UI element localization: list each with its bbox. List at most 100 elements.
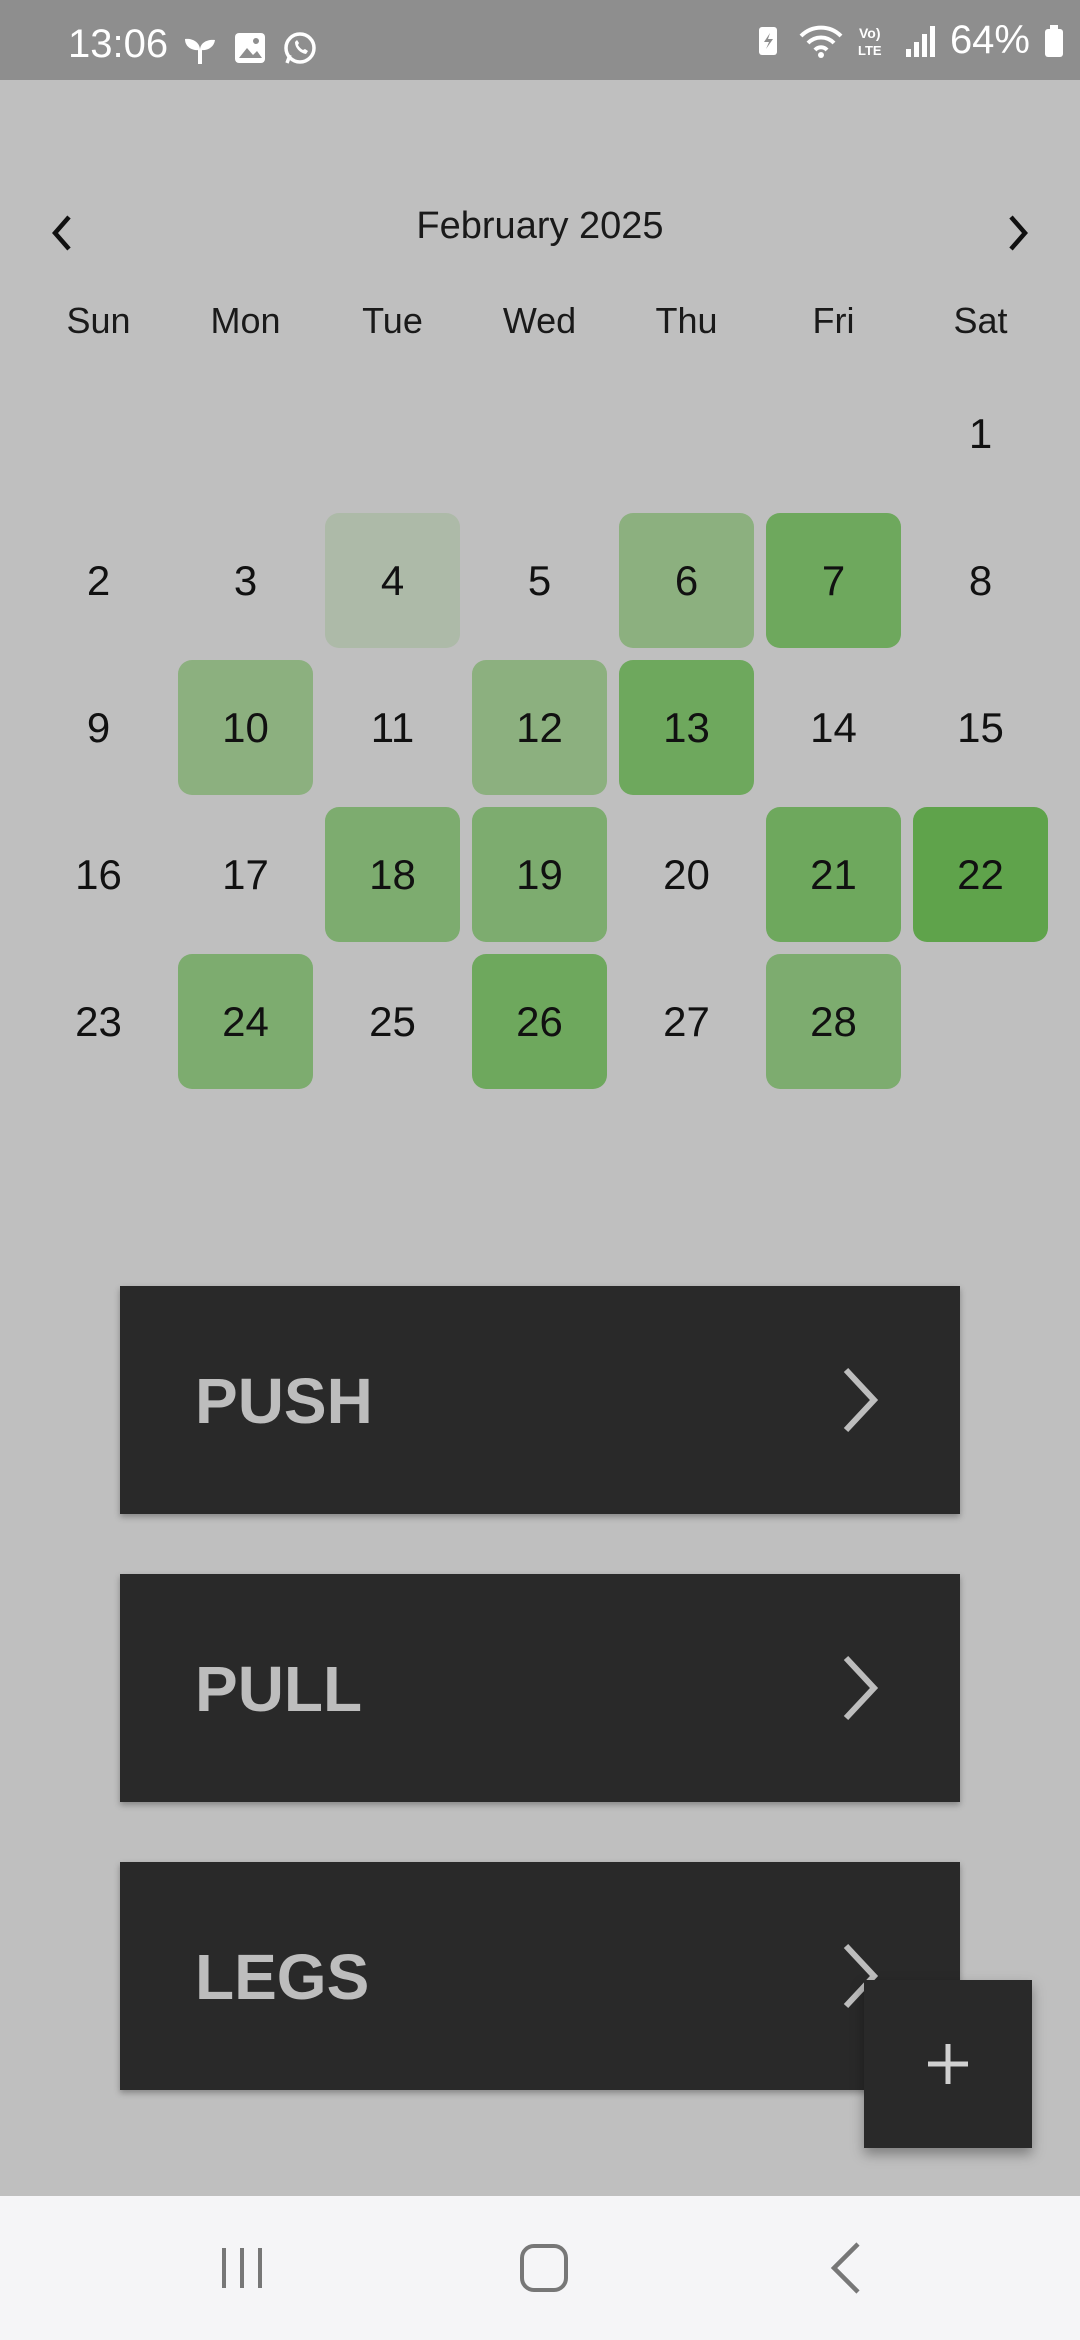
workout-pull-button[interactable]: PULL xyxy=(120,1574,960,1802)
calendar-day[interactable]: 24 xyxy=(172,948,319,1095)
battery-icon xyxy=(1045,24,1063,57)
day-number: 24 xyxy=(222,998,269,1045)
weekday-label: Tue xyxy=(362,300,423,341)
day-number: 4 xyxy=(380,557,405,604)
day-number: 17 xyxy=(222,851,269,898)
day-number: 19 xyxy=(516,851,563,898)
calendar-day[interactable]: 20 xyxy=(613,801,760,948)
calendar-day[interactable]: 26 xyxy=(466,948,613,1095)
day-number: 3 xyxy=(233,557,258,604)
day-number: 7 xyxy=(821,557,846,604)
calendar-day[interactable]: 10 xyxy=(172,654,319,801)
day-number: 11 xyxy=(370,704,415,751)
day-number: 12 xyxy=(516,704,563,751)
day-number: 6 xyxy=(674,557,699,604)
home-icon[interactable] xyxy=(514,2238,574,2298)
calendar-day[interactable]: 14 xyxy=(760,654,907,801)
workout-push-button[interactable]: PUSH xyxy=(120,1286,960,1514)
empty-day-cell xyxy=(172,360,319,507)
calendar-day[interactable]: 25 xyxy=(319,948,466,1095)
day-number: 25 xyxy=(369,998,416,1045)
day-number: 14 xyxy=(810,704,857,751)
back-icon[interactable] xyxy=(818,2238,878,2298)
calendar-day[interactable]: 18 xyxy=(319,801,466,948)
recent-apps-icon[interactable] xyxy=(212,2238,272,2298)
calendar-day[interactable]: 13 xyxy=(613,654,760,801)
day-number: 16 xyxy=(75,851,122,898)
empty-day-cell xyxy=(25,360,172,507)
day-number: 2 xyxy=(86,557,111,604)
next-month-button[interactable] xyxy=(988,203,1048,263)
calendar-day[interactable]: 11 xyxy=(319,654,466,801)
calendar-day[interactable]: 1 xyxy=(907,360,1054,507)
weekday-label: Sun xyxy=(66,300,131,341)
day-number: 13 xyxy=(663,704,710,751)
day-number: 5 xyxy=(527,557,552,604)
calendar-day[interactable]: 2 xyxy=(25,507,172,654)
empty-day-cell xyxy=(319,360,466,507)
weekday-label: Mon xyxy=(210,300,281,341)
calendar-header: February 2025 xyxy=(0,195,1080,265)
workout-legs-button[interactable]: LEGS xyxy=(120,1862,960,2090)
day-number: 26 xyxy=(516,998,563,1045)
day-number: 27 xyxy=(663,998,710,1045)
calendar-day[interactable]: 3 xyxy=(172,507,319,654)
calendar-day[interactable]: 21 xyxy=(760,801,907,948)
add-workout-button[interactable] xyxy=(864,1980,1032,2148)
battery-saver-icon xyxy=(758,26,777,55)
calendar-day[interactable]: 7 xyxy=(760,507,907,654)
day-number: 8 xyxy=(968,557,993,604)
sprout-icon xyxy=(185,38,215,64)
chevron-right-icon xyxy=(843,1655,879,1721)
image-icon xyxy=(235,33,265,63)
day-number: 28 xyxy=(810,998,857,1045)
weekday-label: Sat xyxy=(953,300,1008,341)
notification-icons xyxy=(182,30,318,66)
month-title: February 2025 xyxy=(416,205,664,247)
weekday-label: Thu xyxy=(655,300,718,341)
calendar-day[interactable]: 27 xyxy=(613,948,760,1095)
day-number: 18 xyxy=(369,851,416,898)
svg-text:Vo): Vo) xyxy=(859,25,881,41)
signal-icon xyxy=(905,25,935,57)
weekday-header-row: Sun Mon Tue Wed Thu Fri Sat xyxy=(25,300,1055,342)
system-navigation-bar xyxy=(0,2196,1080,2340)
day-number: 23 xyxy=(75,998,122,1045)
weekday-label: Wed xyxy=(502,300,577,341)
calendar-day[interactable]: 12 xyxy=(466,654,613,801)
calendar-day[interactable]: 23 xyxy=(25,948,172,1095)
calendar-day[interactable]: 8 xyxy=(907,507,1054,654)
calendar-day[interactable]: 17 xyxy=(172,801,319,948)
calendar-day[interactable]: 5 xyxy=(466,507,613,654)
workout-label: LEGS xyxy=(195,1941,370,2013)
calendar-day[interactable]: 9 xyxy=(25,654,172,801)
day-number: 10 xyxy=(222,704,269,751)
weekday-label: Fri xyxy=(812,300,855,341)
calendar-day[interactable]: 15 xyxy=(907,654,1054,801)
calendar-grid: 1 2 3 4 5 6 7 8 9 10 11 12 13 14 15 16 17 18 19 20 21 22 23 24 2… xyxy=(25,360,1055,1095)
status-time: 13:06 xyxy=(68,22,169,66)
empty-day-cell xyxy=(613,360,760,507)
volte-icon: Vo) LTE xyxy=(858,25,882,58)
workout-label: PULL xyxy=(195,1653,363,1725)
calendar-day[interactable]: 22 xyxy=(907,801,1054,948)
calendar-day[interactable]: 19 xyxy=(466,801,613,948)
chevron-right-icon xyxy=(843,1367,879,1433)
calendar-day[interactable]: 16 xyxy=(25,801,172,948)
empty-day-cell xyxy=(760,360,907,507)
empty-day-cell xyxy=(466,360,613,507)
system-status-icons: Vo) LTE 64% xyxy=(750,18,1066,63)
day-number: 21 xyxy=(810,851,857,898)
calendar-day[interactable]: 6 xyxy=(613,507,760,654)
workout-label: PUSH xyxy=(195,1365,373,1437)
plus-icon xyxy=(928,2044,968,2084)
day-number: 9 xyxy=(86,704,111,751)
wifi-icon xyxy=(799,25,843,58)
status-bar: 13:06 Vo) LTE 64% xyxy=(0,0,1080,80)
battery-percentage: 64% xyxy=(949,18,1030,62)
day-number: 1 xyxy=(968,410,993,457)
calendar-day[interactable]: 28 xyxy=(760,948,907,1095)
svg-text:LTE: LTE xyxy=(858,43,882,58)
day-number: 22 xyxy=(957,851,1004,898)
calendar-day[interactable]: 4 xyxy=(319,507,466,654)
